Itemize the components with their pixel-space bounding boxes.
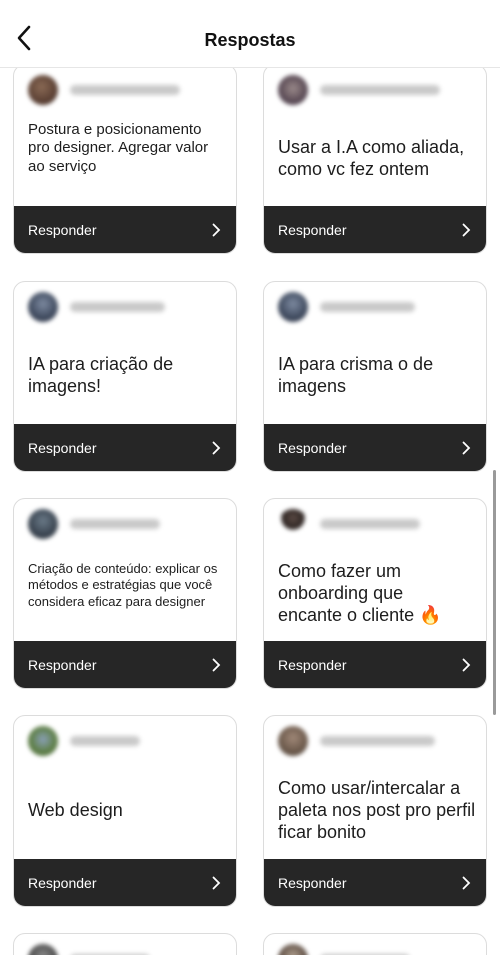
- reply-label: Responder: [278, 656, 347, 673]
- card-user: [278, 507, 420, 541]
- reply-button[interactable]: Responder: [14, 641, 236, 688]
- question-text: Postura e posicionamento pro designer. A…: [28, 121, 209, 175]
- reply-button[interactable]: Responder: [14, 424, 236, 471]
- question-text: Usar a I.A como aliada, como vc fez onte…: [278, 137, 465, 179]
- avatar: [28, 292, 58, 322]
- question-text: Como usar/intercalar a paleta nos post p…: [278, 778, 476, 842]
- username-blurred: [70, 736, 140, 746]
- card-user: [28, 73, 180, 107]
- avatar: [278, 75, 308, 105]
- reply-label: Responder: [28, 221, 97, 238]
- avatar: [278, 726, 308, 756]
- response-card[interactable]: IA para criação de imagens! Responder: [13, 281, 237, 472]
- response-card[interactable]: Criação de conteúdo: explicar os métodos…: [13, 498, 237, 689]
- chevron-right-icon: [212, 223, 222, 237]
- username-blurred: [320, 736, 435, 746]
- page-title: Respostas: [204, 30, 296, 50]
- card-user: [28, 942, 150, 955]
- reply-button[interactable]: Responder: [264, 424, 486, 471]
- card-user: [28, 507, 160, 541]
- reply-button[interactable]: Responder: [264, 641, 486, 688]
- avatar: [28, 509, 58, 539]
- chevron-right-icon: [462, 658, 472, 672]
- response-card[interactable]: [263, 933, 487, 955]
- chevron-right-icon: [462, 441, 472, 455]
- question-text: Criação de conteúdo: explicar os métodos…: [28, 561, 218, 609]
- avatar: [28, 726, 58, 756]
- reply-button[interactable]: Responder: [14, 206, 236, 253]
- response-card[interactable]: Postura e posicionamento pro designer. A…: [13, 64, 237, 254]
- response-card[interactable]: Web design Responder: [13, 715, 237, 907]
- username-blurred: [320, 519, 420, 529]
- avatar: [278, 944, 308, 955]
- responses-grid: Postura e posicionamento pro designer. A…: [0, 0, 500, 955]
- response-card[interactable]: [13, 933, 237, 955]
- card-user: [278, 724, 435, 758]
- question-text: Como fazer um onboarding que encante o c…: [278, 561, 442, 625]
- chevron-right-icon: [212, 658, 222, 672]
- reply-label: Responder: [278, 874, 347, 891]
- reply-label: Responder: [28, 874, 97, 891]
- question-text: Web design: [28, 800, 123, 820]
- response-card[interactable]: Como usar/intercalar a paleta nos post p…: [263, 715, 487, 907]
- reply-label: Responder: [278, 221, 347, 238]
- avatar: [278, 509, 308, 539]
- reply-label: Responder: [28, 656, 97, 673]
- response-card[interactable]: IA para crisma o de imagens Responder: [263, 281, 487, 472]
- reply-button[interactable]: Responder: [264, 859, 486, 906]
- response-card[interactable]: Usar a I.A como aliada, como vc fez onte…: [263, 64, 487, 254]
- reply-button[interactable]: Responder: [264, 206, 486, 253]
- username-blurred: [320, 85, 440, 95]
- chevron-right-icon: [212, 876, 222, 890]
- avatar: [28, 75, 58, 105]
- card-user: [28, 724, 140, 758]
- card-user: [278, 942, 410, 955]
- username-blurred: [70, 302, 165, 312]
- card-user: [278, 290, 415, 324]
- avatar: [278, 292, 308, 322]
- question-text: IA para criação de imagens!: [28, 354, 174, 396]
- username-blurred: [70, 85, 180, 95]
- username-blurred: [70, 519, 160, 529]
- username-blurred: [320, 302, 415, 312]
- avatar: [28, 944, 58, 955]
- card-user: [28, 290, 165, 324]
- header: Respostas: [0, 0, 500, 68]
- chevron-right-icon: [462, 876, 472, 890]
- question-text: IA para crisma o de imagens: [278, 354, 434, 396]
- reply-label: Responder: [278, 439, 347, 456]
- reply-label: Responder: [28, 439, 97, 456]
- chevron-right-icon: [462, 223, 472, 237]
- reply-button[interactable]: Responder: [14, 859, 236, 906]
- response-card[interactable]: Como fazer um onboarding que encante o c…: [263, 498, 487, 689]
- card-user: [278, 73, 440, 107]
- scrollbar[interactable]: [493, 470, 496, 715]
- chevron-right-icon: [212, 441, 222, 455]
